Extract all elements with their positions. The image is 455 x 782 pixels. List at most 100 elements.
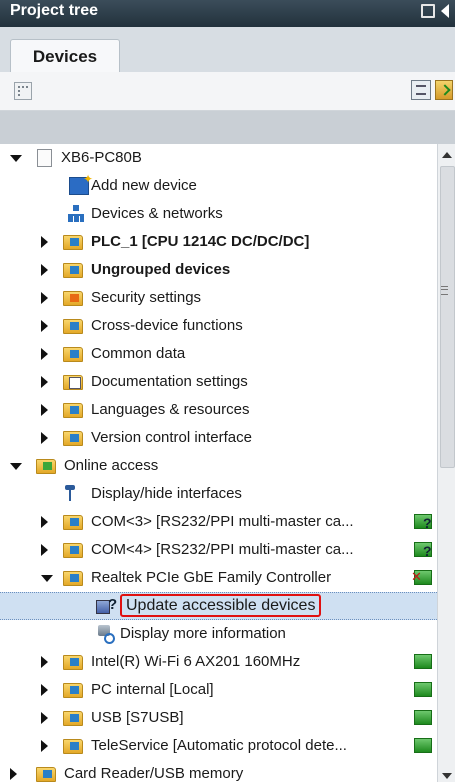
update-devices-icon [96, 596, 117, 614]
tree-item-label: Display/hide interfaces [91, 485, 242, 502]
tree-item-label: Documentation settings [91, 373, 248, 390]
tree-item[interactable]: PC internal [Local] [0, 676, 437, 704]
interface-icon [62, 485, 80, 501]
tree-item[interactable]: USB [S7USB] [0, 704, 437, 732]
collapsed-arrow-icon[interactable] [41, 404, 48, 416]
version-control-icon [63, 431, 83, 446]
tab-strip: Devices [0, 27, 455, 73]
tree-toolbar [0, 72, 455, 111]
scroll-thumb[interactable] [440, 166, 455, 468]
cross-device-icon [63, 319, 83, 334]
tree-item-label: Card Reader/USB memory [64, 765, 244, 782]
collapsed-arrow-icon[interactable] [41, 292, 48, 304]
tree-item[interactable]: TeleService [Automatic protocol dete... [0, 732, 437, 760]
expanded-arrow-icon[interactable] [10, 155, 22, 162]
folder-icon [63, 683, 83, 698]
tree-item-label: Intel(R) Wi-Fi 6 AX201 160MHz [91, 653, 301, 670]
collapsed-arrow-icon[interactable] [41, 684, 48, 696]
tree-item[interactable]: Update accessible devices [0, 592, 437, 620]
panel-title: Project tree [10, 2, 99, 19]
tree-item[interactable]: Display more information [0, 620, 437, 648]
tree-item[interactable]: XB6-PC80B [0, 144, 437, 172]
tree-item[interactable]: COM<3> [RS232/PPI multi-master ca... [0, 508, 437, 536]
tree-item[interactable]: Online access [0, 452, 437, 480]
info-icon [96, 625, 115, 644]
unknown-status-icon [414, 514, 432, 531]
vertical-scrollbar[interactable] [437, 144, 455, 782]
collapsed-arrow-icon[interactable] [41, 712, 48, 724]
tree-item-label: Cross-device functions [91, 317, 243, 334]
connected-status-icon [414, 682, 432, 697]
common-data-icon [63, 347, 83, 362]
collapsed-arrow-icon[interactable] [41, 432, 48, 444]
pin-icon[interactable] [421, 4, 435, 18]
network-icon [67, 205, 85, 222]
collapsed-arrow-icon[interactable] [41, 320, 48, 332]
online-access-icon [36, 459, 56, 474]
export-icon[interactable] [435, 80, 453, 100]
collapsed-arrow-icon[interactable] [41, 264, 48, 276]
panel-title-bar: Project tree [0, 0, 455, 27]
tree-item-label: COM<3> [RS232/PPI multi-master ca... [91, 513, 354, 530]
collapsed-arrow-icon[interactable] [41, 544, 48, 556]
connected-status-icon [414, 654, 432, 669]
tree-item-label: Languages & resources [91, 401, 250, 418]
collapsed-arrow-icon[interactable] [41, 236, 48, 248]
connected-status-icon [414, 738, 432, 753]
header-spacer [0, 111, 455, 144]
plc-icon [63, 235, 83, 250]
tree-item-label: TeleService [Automatic protocol dete... [91, 737, 347, 754]
tree-item-label: Security settings [91, 289, 202, 306]
tree-item-label: PC internal [Local] [91, 681, 214, 698]
tree-item-label: Online access [64, 457, 159, 474]
collapsed-arrow-icon[interactable] [41, 656, 48, 668]
scroll-up-icon[interactable] [442, 152, 452, 158]
tree-item[interactable]: Version control interface [0, 424, 437, 452]
tree-item[interactable]: Add new device [0, 172, 437, 200]
collapse-panel-icon[interactable] [441, 4, 449, 18]
collapsed-arrow-icon[interactable] [41, 516, 48, 528]
tree-item[interactable]: Cross-device functions [0, 312, 437, 340]
tree-item-label: USB [S7USB] [91, 709, 184, 726]
tree-item[interactable]: Card Reader/USB memory [0, 760, 437, 782]
collapsed-arrow-icon[interactable] [41, 376, 48, 388]
tree-item-label: Update accessible devices [120, 594, 322, 617]
tree-item[interactable]: Languages & resources [0, 396, 437, 424]
collapsed-arrow-icon[interactable] [10, 768, 17, 780]
add-device-icon [69, 172, 93, 195]
expanded-arrow-icon[interactable] [41, 575, 53, 582]
tree-item-label: Devices & networks [91, 205, 223, 222]
tree-item-label: Display more information [120, 625, 286, 642]
tree-item[interactable]: Realtek PCIe GbE Family Controller [0, 564, 437, 592]
collapsed-arrow-icon[interactable] [41, 348, 48, 360]
tree-item[interactable]: COM<4> [RS232/PPI multi-master ca... [0, 536, 437, 564]
tree-item-label: PLC_1 [CPU 1214C DC/DC/DC] [91, 233, 310, 250]
folder-icon [63, 543, 83, 558]
tree-item-label: XB6-PC80B [61, 149, 142, 166]
security-icon [63, 291, 83, 306]
scroll-down-icon[interactable] [442, 773, 452, 779]
tree-item[interactable]: Documentation settings [0, 368, 437, 396]
tree-item-label: Version control interface [91, 429, 252, 446]
tree-item[interactable]: Ungrouped devices [0, 256, 437, 284]
tree-item-label: Ungrouped devices [91, 261, 231, 278]
expanded-arrow-icon[interactable] [10, 463, 22, 470]
folder-icon [63, 571, 83, 586]
tree-item[interactable]: Common data [0, 340, 437, 368]
tree-item[interactable]: Security settings [0, 284, 437, 312]
folder-icon [63, 515, 83, 530]
tree-item[interactable]: Display/hide interfaces [0, 480, 437, 508]
collapsed-arrow-icon[interactable] [41, 740, 48, 752]
tree-item[interactable]: PLC_1 [CPU 1214C DC/DC/DC] [0, 228, 437, 256]
network-view-icon[interactable] [14, 82, 32, 100]
languages-icon [63, 403, 83, 418]
disconnected-status-icon [411, 569, 432, 585]
folder-icon [63, 711, 83, 726]
overview-icon[interactable] [411, 80, 431, 100]
tree-item[interactable]: Devices & networks [0, 200, 437, 228]
folder-icon [63, 739, 83, 754]
scroll-grip-icon [441, 286, 448, 295]
tree-item[interactable]: Intel(R) Wi-Fi 6 AX201 160MHz [0, 648, 437, 676]
tab-devices[interactable]: Devices [10, 39, 120, 73]
card-reader-icon [36, 767, 56, 782]
